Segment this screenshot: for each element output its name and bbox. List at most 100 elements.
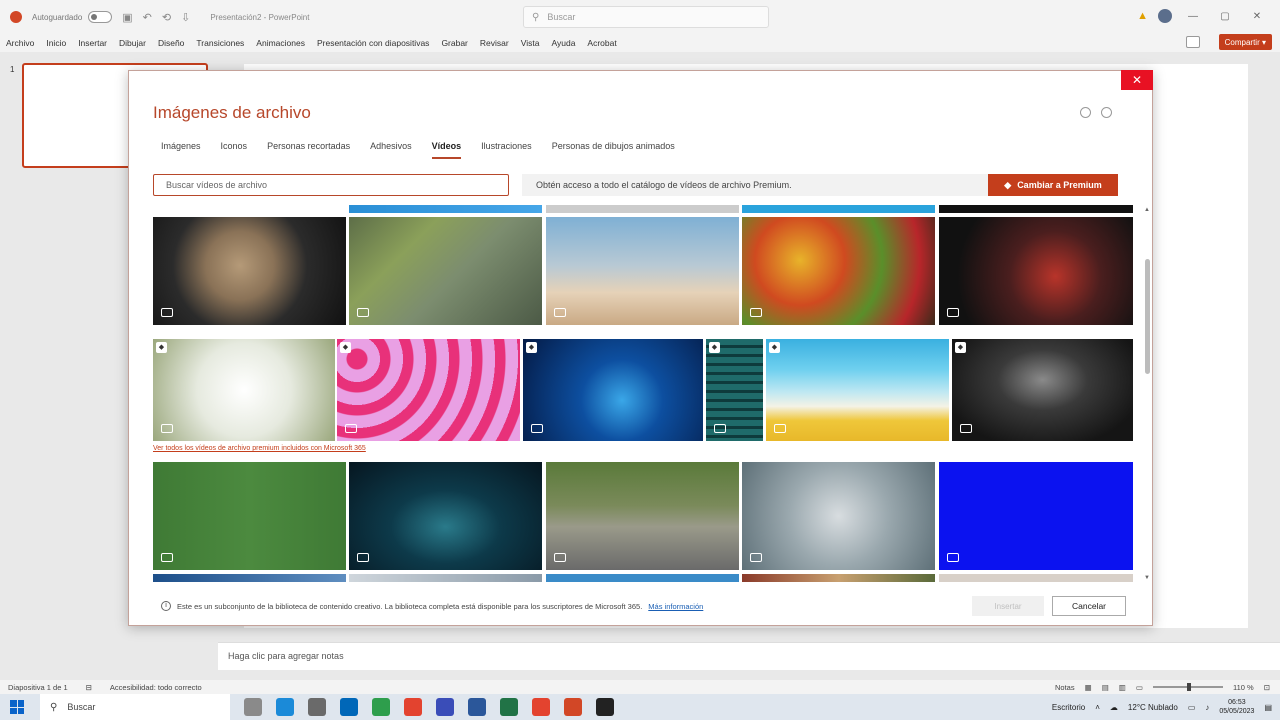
notes-area[interactable]: Haga clic para agregar notas (218, 642, 1280, 670)
tab-adhesivos[interactable]: Adhesivos (370, 141, 412, 159)
ribbon-tab-vista[interactable]: Vista (521, 38, 540, 48)
video-tile[interactable] (546, 462, 739, 570)
scroll-down-icon[interactable]: ▼ (1143, 575, 1151, 581)
upgrade-premium-button[interactable]: ◆ Cambiar a Premium (988, 174, 1118, 196)
store-icon[interactable] (340, 698, 358, 716)
autosave-toggle[interactable] (88, 11, 113, 23)
partial-tile-bottom[interactable] (546, 574, 739, 582)
partial-tile-bottom[interactable] (742, 574, 935, 582)
weather-text[interactable]: 12°C Nublado (1128, 703, 1178, 712)
clock[interactable]: 06:53 05/05/2023 (1219, 698, 1254, 716)
zoom-slider-thumb[interactable] (1186, 683, 1191, 691)
learn-more-link[interactable]: Más información (648, 602, 703, 611)
notepad-icon[interactable] (372, 698, 390, 716)
video-grid-scrollbar[interactable]: ▲ ▼ (1143, 207, 1151, 581)
scroll-up-icon[interactable]: ▲ (1143, 207, 1151, 213)
premium-video-tile[interactable]: ◆ (766, 339, 949, 441)
premium-videos-link[interactable]: Ver todos los vídeos de archivo premium … (153, 445, 366, 452)
tab-personas-recortadas[interactable]: Personas recortadas (267, 141, 350, 159)
ribbon-tab-animaciones[interactable]: Animaciones (256, 38, 305, 48)
tab-iconos[interactable]: Iconos (221, 141, 248, 159)
cancel-button[interactable]: Cancelar (1052, 596, 1126, 616)
chrome-profile-icon[interactable] (532, 698, 550, 716)
close-icon[interactable]: ✕ (1121, 70, 1153, 90)
ribbon-tab-ayuda[interactable]: Ayuda (551, 38, 575, 48)
premium-video-tile[interactable]: ◆ (153, 339, 335, 441)
partial-tile-bottom[interactable] (939, 574, 1133, 582)
sorter-view-icon[interactable]: ▤ (1102, 683, 1109, 692)
partial-tile-top[interactable] (546, 205, 739, 213)
partial-tile-top[interactable] (939, 205, 1133, 213)
slideshow-icon[interactable]: ▭ (1136, 683, 1143, 692)
pen-tool-icon[interactable] (308, 698, 326, 716)
premium-video-tile[interactable]: ◆ (523, 339, 703, 441)
help-icon[interactable] (1080, 107, 1091, 118)
video-tile[interactable] (153, 217, 346, 325)
ribbon-tab-acrobat[interactable]: Acrobat (587, 38, 616, 48)
tab-videos[interactable]: Vídeos (431, 141, 462, 159)
avatar[interactable] (1158, 9, 1172, 23)
network-icon[interactable]: ▭ (1188, 703, 1196, 712)
chrome-icon[interactable] (404, 698, 422, 716)
video-tile[interactable] (546, 217, 739, 325)
insert-button[interactable]: Insertar (972, 596, 1044, 616)
powerpoint-taskbar-icon[interactable] (564, 698, 582, 716)
video-tile[interactable] (742, 462, 935, 570)
settings-icon[interactable] (1101, 107, 1112, 118)
video-tile[interactable] (939, 217, 1133, 325)
partial-tile-bottom[interactable] (153, 574, 346, 582)
weather-icon[interactable]: ☁ (1110, 703, 1118, 712)
window-close-icon[interactable]: ✕ (1246, 11, 1268, 22)
tab-ilustraciones[interactable]: Ilustraciones (481, 141, 532, 159)
excel-icon[interactable] (500, 698, 518, 716)
zoom-level[interactable]: 110 % (1233, 683, 1254, 692)
fit-slide-icon[interactable]: ⊡ (1264, 683, 1270, 692)
volume-icon[interactable]: ♪ (1205, 703, 1209, 712)
ribbon-tab-grabar[interactable]: Grabar (441, 38, 467, 48)
spellcheck-icon[interactable]: ⊟ (86, 683, 92, 692)
tab-imagenes[interactable]: Imágenes (161, 141, 201, 159)
ribbon-tab-transiciones[interactable]: Transiciones (196, 38, 244, 48)
share-button[interactable]: Compartir ▾ (1218, 34, 1272, 50)
warning-icon[interactable]: ▲ (1137, 10, 1148, 22)
video-tile[interactable] (939, 462, 1133, 570)
app-icon[interactable] (596, 698, 614, 716)
accessibility-status[interactable]: Accesibilidad: todo correcto (110, 683, 202, 692)
partial-tile-bottom[interactable] (349, 574, 542, 582)
scrollbar-thumb[interactable] (1145, 259, 1150, 374)
desktop-label[interactable]: Escritorio (1052, 703, 1085, 712)
tab-personas-dibujos[interactable]: Personas de dibujos animados (552, 141, 675, 159)
partial-tile-top[interactable] (742, 205, 935, 213)
zoom-slider[interactable] (1152, 683, 1223, 691)
teams-icon[interactable] (436, 698, 454, 716)
comments-icon[interactable] (1186, 36, 1200, 48)
ribbon-tab-inicio[interactable]: Inicio (46, 38, 66, 48)
video-tile[interactable] (153, 462, 346, 570)
ribbon-tab-revisar[interactable]: Revisar (480, 38, 509, 48)
edge-icon[interactable] (276, 698, 294, 716)
reading-view-icon[interactable]: ▥ (1119, 683, 1126, 692)
premium-video-tile[interactable]: ◆ (337, 339, 520, 441)
quick-access-toolbar[interactable]: ▣↶⟲⇩ (122, 11, 200, 24)
taskbar-search[interactable]: ⚲ Buscar (40, 694, 230, 720)
notification-icon[interactable]: ▤ (1264, 703, 1272, 712)
tray-chevron-icon[interactable]: ˄ (1095, 703, 1100, 712)
windows-start-icon[interactable] (10, 700, 24, 714)
task-view-icon[interactable] (244, 698, 262, 716)
ribbon-tab-insertar[interactable]: Insertar (78, 38, 107, 48)
video-tile[interactable] (349, 462, 542, 570)
word-icon[interactable] (468, 698, 486, 716)
ribbon-tab-presentacion[interactable]: Presentación con diapositivas (317, 38, 429, 48)
video-tile[interactable] (742, 217, 935, 325)
ribbon-tab-dibujar[interactable]: Dibujar (119, 38, 146, 48)
video-search-input[interactable]: Buscar vídeos de archivo (153, 174, 509, 196)
title-search-box[interactable]: ⚲ Buscar (523, 6, 769, 28)
ribbon-tab-diseno[interactable]: Diseño (158, 38, 184, 48)
minimize-icon[interactable]: — (1182, 11, 1204, 22)
partial-tile-top[interactable] (349, 205, 542, 213)
premium-video-tile[interactable]: ◆ (706, 339, 763, 441)
premium-video-tile[interactable]: ◆ (952, 339, 1133, 441)
ribbon-tab-archivo[interactable]: Archivo (6, 38, 34, 48)
notes-toggle[interactable]: Notas (1055, 683, 1075, 692)
maximize-icon[interactable]: ▢ (1214, 11, 1236, 22)
